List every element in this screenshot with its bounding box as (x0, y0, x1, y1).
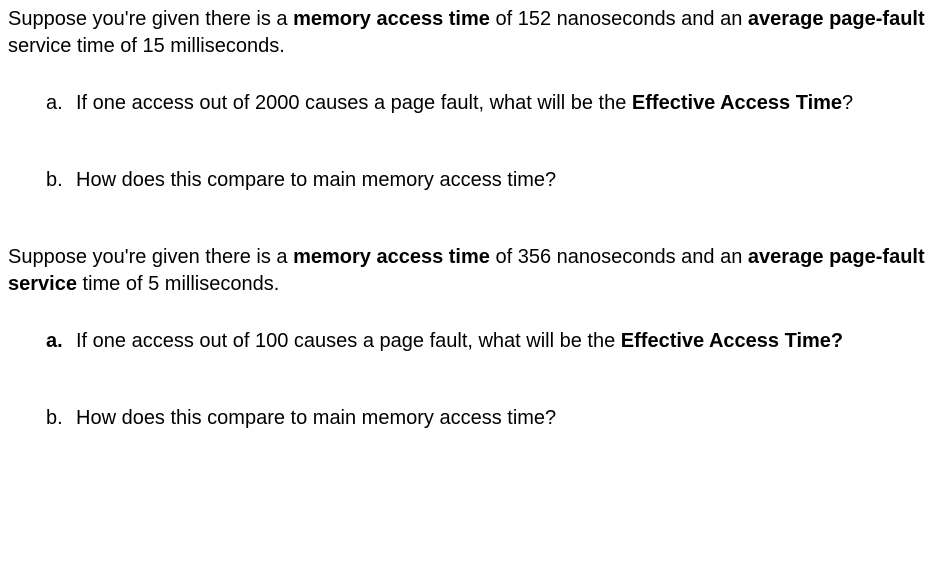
text: How does this compare to main memory acc… (76, 169, 556, 191)
text: service time of 15 milliseconds. (8, 35, 285, 57)
text: of 152 nanoseconds and an (490, 8, 748, 30)
bold-text: memory access time (293, 246, 490, 268)
list-marker: a. (46, 328, 63, 355)
bold-text: Effective Access Time? (621, 330, 843, 352)
text: If one access out of 100 causes a page f… (76, 330, 621, 352)
problem1-item-a: a. If one access out of 2000 causes a pa… (46, 90, 934, 117)
text: Suppose you're given there is a (8, 246, 293, 268)
text: How does this compare to main memory acc… (76, 407, 556, 429)
bold-text: memory access time (293, 8, 490, 30)
text: Suppose you're given there is a (8, 8, 293, 30)
list-marker: b. (46, 167, 63, 194)
list-marker: b. (46, 405, 63, 432)
problem2-item-a: a. If one access out of 100 causes a pag… (46, 328, 934, 355)
bold-text: average page-fault (748, 8, 925, 30)
problem2-item-b: b. How does this compare to main memory … (46, 405, 934, 432)
problem2-intro: Suppose you're given there is a memory a… (8, 244, 934, 298)
text: If one access out of 2000 causes a page … (76, 92, 632, 114)
problem1-intro: Suppose you're given there is a memory a… (8, 6, 934, 60)
list-marker: a. (46, 90, 63, 117)
problem2-list: a. If one access out of 100 causes a pag… (8, 328, 934, 432)
text: ? (842, 92, 853, 114)
text: time of 5 milliseconds. (77, 273, 279, 295)
problem1-item-b: b. How does this compare to main memory … (46, 167, 934, 194)
text: of 356 nanoseconds and an (490, 246, 748, 268)
problem1-list: a. If one access out of 2000 causes a pa… (8, 90, 934, 194)
bold-text: Effective Access Time (632, 92, 842, 114)
